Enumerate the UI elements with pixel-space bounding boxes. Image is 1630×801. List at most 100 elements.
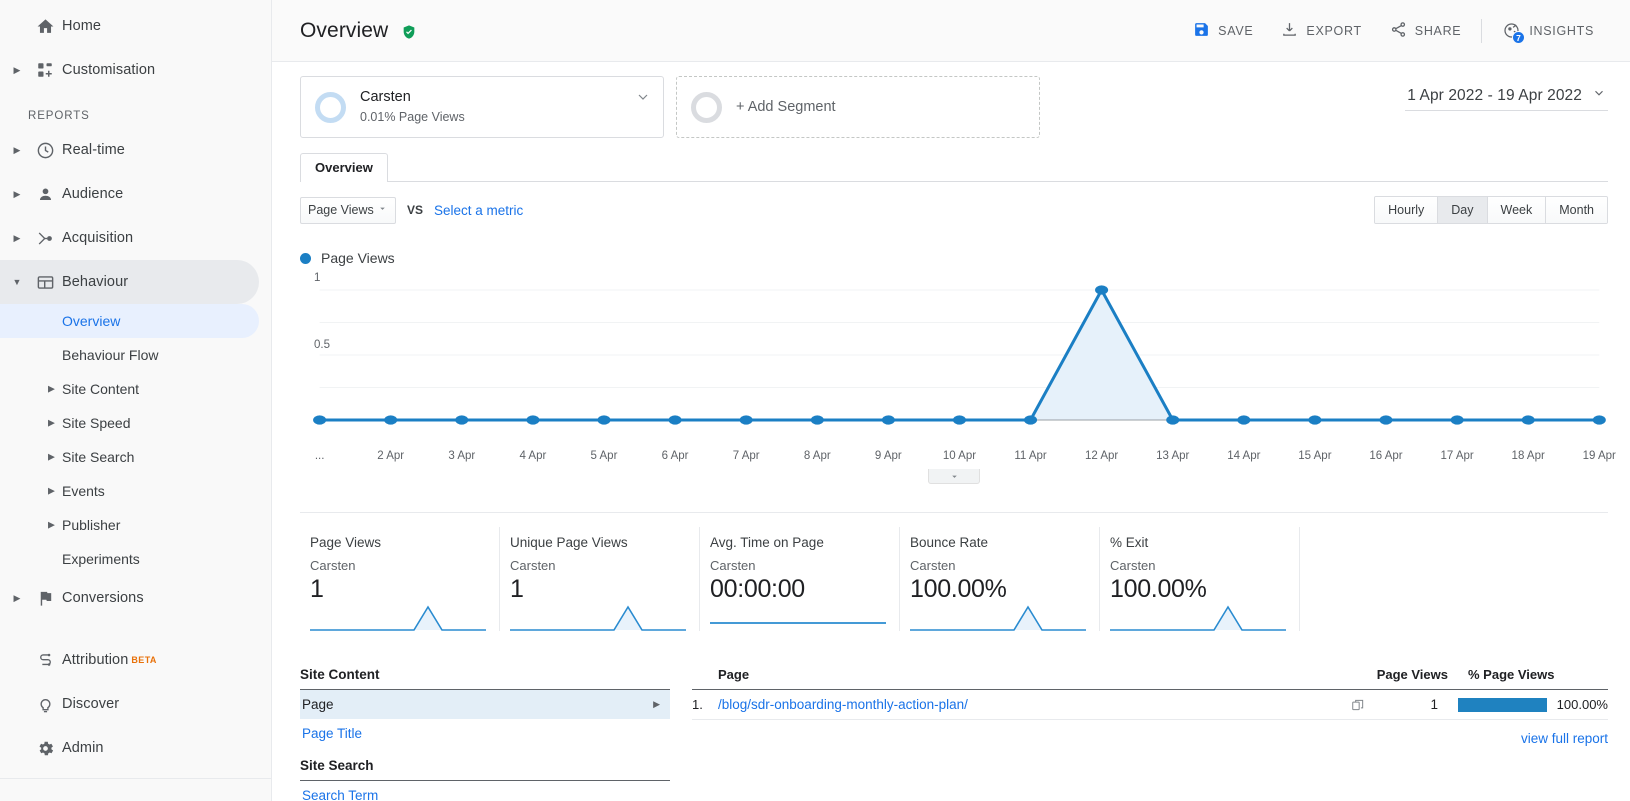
site-content-heading: Site Content (300, 667, 670, 690)
sidebar-item-acquisition[interactable]: ▶ Acquisition (0, 216, 271, 260)
chart-area[interactable]: 1 0.5 (300, 276, 1608, 448)
chevron-right-icon[interactable]: ▶ (6, 234, 28, 243)
sidebar-item-customisation[interactable]: ▶ Customisation (0, 48, 271, 92)
kpi-card-avg-time-on-page[interactable]: Avg. Time on Page Carsten 00:00:00 (700, 527, 900, 631)
chevron-right-icon[interactable]: ▶ (653, 699, 660, 710)
dimension-item-search-term[interactable]: Search Term (300, 781, 670, 801)
kpi-value: 00:00:00 (710, 575, 885, 604)
chart-legend: Page Views (300, 250, 1608, 266)
insights-button[interactable]: 7 INSIGHTS (1488, 15, 1608, 46)
sidebar-item-admin[interactable]: Admin (0, 726, 271, 770)
x-axis-tick: 4 Apr (519, 450, 546, 462)
kpi-card-percent-exit[interactable]: % Exit Carsten 100.00% (1100, 527, 1300, 631)
x-axis-tick: 3 Apr (448, 450, 475, 462)
site-search-heading: Site Search (300, 758, 670, 781)
granularity-week[interactable]: Week (1488, 197, 1547, 223)
sidebar-item-audience[interactable]: ▶ Audience (0, 172, 271, 216)
sidebar-item-site-search[interactable]: ▶ Site Search (0, 440, 271, 474)
sidebar-item-events[interactable]: ▶ Events (0, 474, 271, 508)
chevron-right-icon[interactable]: ▶ (48, 486, 55, 497)
sidebar-item-conversions[interactable]: ▶ Conversions (0, 576, 271, 620)
chevron-down-icon[interactable]: ▼ (6, 278, 28, 287)
sidebar-subitem-label: Site Content (62, 381, 139, 397)
chevron-down-icon[interactable] (1592, 86, 1606, 105)
metric-select-value: Page Views (308, 203, 374, 217)
vs-label: VS (407, 203, 423, 217)
column-header-page: Page (692, 667, 1348, 682)
dimension-label: Page Title (302, 726, 362, 741)
row-page-link[interactable]: /blog/sdr-onboarding-monthly-action-plan… (718, 697, 1338, 712)
add-segment-button[interactable]: + Add Segment (676, 76, 1040, 138)
insights-label: INSIGHTS (1529, 24, 1594, 38)
tab-overview[interactable]: Overview (300, 153, 388, 182)
segment-bar: Carsten 0.01% Page Views + Add Segment 1… (272, 62, 1630, 138)
chevron-right-icon[interactable]: ▶ (48, 452, 55, 463)
kpi-segment: Carsten (1110, 558, 1285, 573)
row-pct-value: 100.00% (1557, 697, 1608, 712)
clock-icon (28, 141, 62, 160)
page-header: Overview SAVE EXPORT (272, 0, 1630, 62)
chevron-right-icon[interactable]: ▶ (48, 384, 55, 395)
y-axis-tick-05: 0.5 (314, 339, 330, 351)
save-icon (1193, 21, 1210, 41)
chevron-right-icon[interactable]: ▶ (6, 66, 28, 75)
sidebar-item-label: Discover (62, 696, 119, 712)
share-label: SHARE (1415, 24, 1462, 38)
sidebar-item-real-time[interactable]: ▶ Real-time (0, 128, 271, 172)
sidebar-item-attribution[interactable]: Attribution BETA (0, 638, 271, 682)
sidebar-item-experiments[interactable]: Experiments (0, 542, 271, 576)
sidebar-item-site-content[interactable]: ▶ Site Content (0, 372, 271, 406)
sidebar-item-publisher[interactable]: ▶ Publisher (0, 508, 271, 542)
flag-icon (28, 589, 62, 608)
chevron-right-icon[interactable]: ▶ (6, 594, 28, 603)
select-a-metric-link[interactable]: Select a metric (434, 203, 523, 218)
segment-percent: 0.01% Page Views (360, 109, 465, 126)
sidebar-item-behaviour-flow[interactable]: Behaviour Flow (0, 338, 271, 372)
kpi-card-page-views[interactable]: Page Views Carsten 1 (300, 527, 500, 631)
segment-name: Carsten (360, 88, 465, 108)
add-segment-label: + Add Segment (736, 99, 836, 115)
x-axis-tick: 7 Apr (733, 450, 760, 462)
granularity-hourly[interactable]: Hourly (1375, 197, 1438, 223)
kpi-segment: Carsten (910, 558, 1085, 573)
granularity-day[interactable]: Day (1438, 197, 1487, 223)
chevron-right-icon[interactable]: ▶ (48, 520, 55, 531)
share-button[interactable]: SHARE (1376, 15, 1476, 47)
x-axis-tick: 5 Apr (591, 450, 618, 462)
table-row[interactable]: 1. /blog/sdr-onboarding-monthly-action-p… (692, 690, 1608, 720)
chevron-right-icon[interactable]: ▶ (48, 418, 55, 429)
segment-card-carsten[interactable]: Carsten 0.01% Page Views (300, 76, 664, 138)
insights-badge-count: 7 (1512, 31, 1525, 44)
chevron-right-icon[interactable]: ▶ (6, 190, 28, 199)
dimension-list: Site Content Page ▶ Page Title Site Sear… (300, 667, 670, 801)
kpi-card-bounce-rate[interactable]: Bounce Rate Carsten 100.00% (900, 527, 1100, 631)
header-actions: SAVE EXPORT SHARE (1179, 15, 1608, 47)
export-button[interactable]: EXPORT (1267, 15, 1375, 47)
kpi-segment: Carsten (710, 558, 885, 573)
sidebar-item-site-speed[interactable]: ▶ Site Speed (0, 406, 271, 440)
save-button[interactable]: SAVE (1179, 15, 1267, 47)
sidebar-item-home[interactable]: Home (0, 4, 271, 48)
chevron-down-icon[interactable] (635, 89, 651, 110)
sidebar-item-overview[interactable]: Overview (0, 304, 259, 338)
sidebar-subitem-label: Overview (62, 313, 120, 329)
sidebar-item-discover[interactable]: Discover (0, 682, 271, 726)
granularity-month[interactable]: Month (1546, 197, 1607, 223)
chart-collapse-button[interactable] (928, 469, 980, 484)
sidebar-item-behaviour[interactable]: ▼ Behaviour (0, 260, 259, 304)
x-axis-tick: 16 Apr (1369, 450, 1402, 462)
kpi-card-unique-page-views[interactable]: Unique Page Views Carsten 1 (500, 527, 700, 631)
open-in-new-icon[interactable] (1338, 698, 1378, 712)
legend-label: Page Views (321, 250, 395, 266)
x-axis-tick: 2 Apr (377, 450, 404, 462)
date-range-picker[interactable]: 1 Apr 2022 - 19 Apr 2022 (1405, 86, 1608, 111)
page-views-line-chart[interactable] (300, 276, 1608, 448)
y-axis-tick-1: 1 (314, 272, 320, 284)
dimension-item-page-title[interactable]: Page Title (300, 719, 670, 748)
view-full-report-link[interactable]: view full report (692, 731, 1608, 746)
pages-table: Page Page Views % Page Views 1. /blog/sd… (692, 667, 1608, 801)
metric-controls-row: Page Views VS Select a metric Hourly Day… (300, 196, 1608, 224)
metric-select-dropdown[interactable]: Page Views (300, 197, 396, 224)
chevron-right-icon[interactable]: ▶ (6, 146, 28, 155)
dimension-item-page[interactable]: Page ▶ (300, 690, 670, 719)
